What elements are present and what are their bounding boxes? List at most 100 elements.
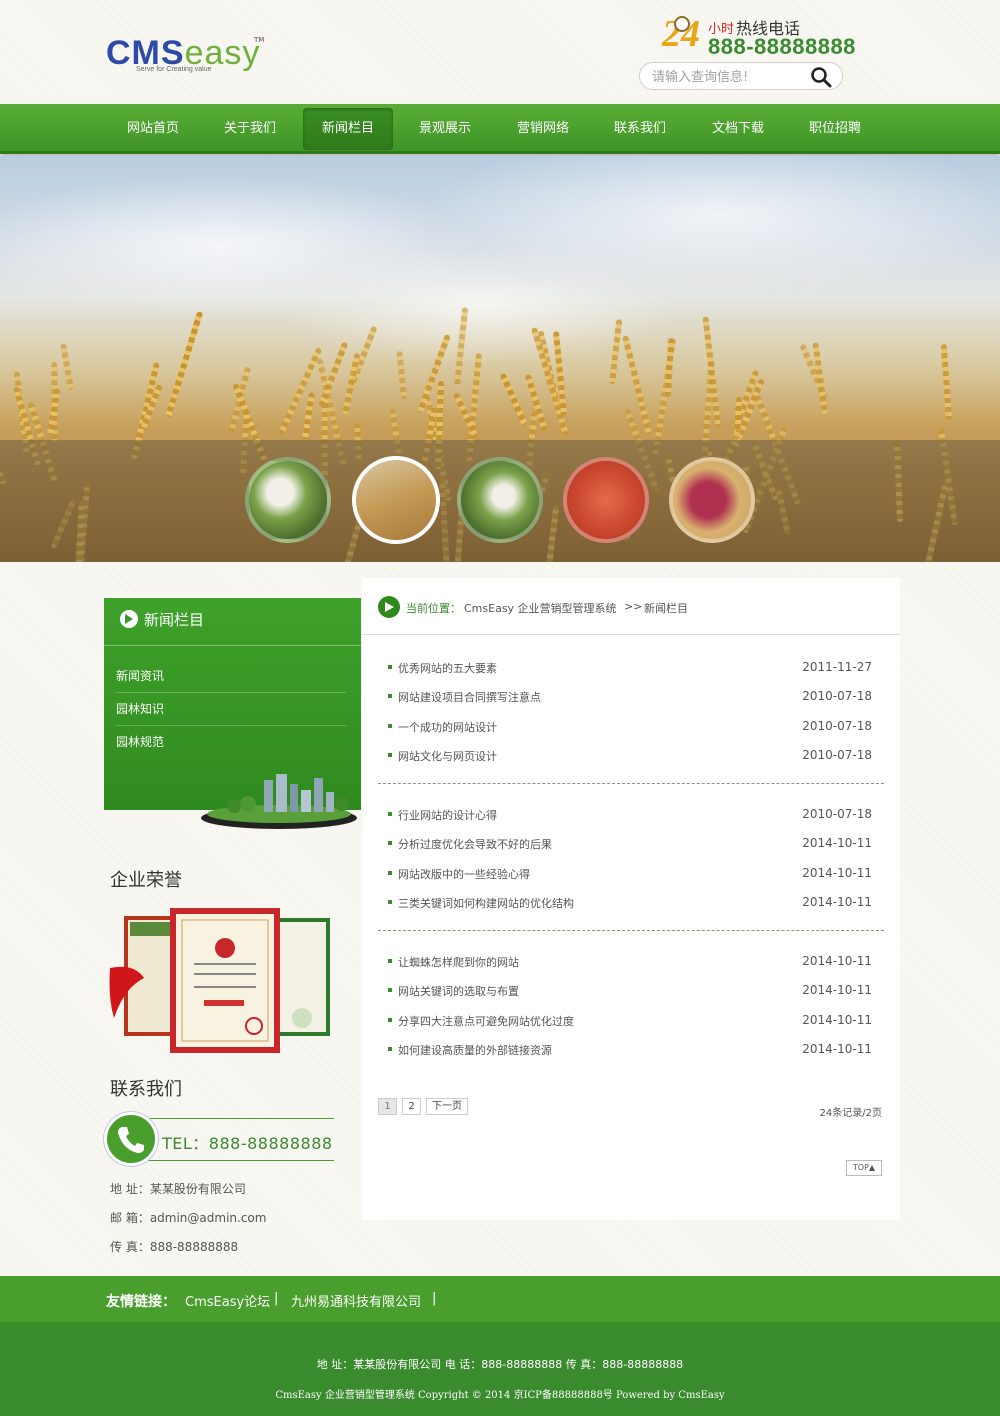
news-date: 2014-10-11 <box>802 1012 872 1027</box>
certificates-image <box>109 908 330 1053</box>
news-date: 2014-10-11 <box>802 1041 872 1056</box>
breadcrumb-home-link[interactable]: CmsEasy 企业营销型管理系统 <box>464 600 617 616</box>
banner-thumb-4[interactable] <box>563 457 649 543</box>
header: CMSeasy TM Serve for Creating value 24 小… <box>0 0 1000 104</box>
honor-title: 企业荣誉 <box>110 870 182 891</box>
nav-item-marketing[interactable]: 营销网络 <box>498 104 588 154</box>
news-date: 2014-10-11 <box>802 865 872 880</box>
nav-item-jobs[interactable]: 职位招聘 <box>790 104 880 154</box>
nav-item-about[interactable]: 关于我们 <box>205 104 295 154</box>
bullet-icon <box>388 752 392 757</box>
search-input[interactable] <box>652 67 802 87</box>
banner-thumb-strip <box>0 440 1000 562</box>
news-list-item[interactable]: 分享四大注意点可避免网站优化过度 2014-10-11 <box>386 1011 876 1031</box>
news-title[interactable]: 一个成功的网站设计 <box>398 719 497 735</box>
next-page-button[interactable]: 下一页 <box>426 1098 468 1115</box>
nav-item-landscape[interactable]: 景观展示 <box>400 104 490 154</box>
nav-item-downloads[interactable]: 文档下载 <box>693 104 783 154</box>
news-title[interactable]: 分享四大注意点可避免网站优化过度 <box>398 1013 574 1029</box>
arrow-right-icon <box>378 596 400 618</box>
bullet-icon <box>388 694 392 699</box>
news-title[interactable]: 优秀网站的五大要素 <box>398 660 497 676</box>
news-list-item[interactable]: 让蜘蛛怎样爬到你的网站 2014-10-11 <box>386 952 876 972</box>
friend-link-separator: | <box>274 1291 279 1306</box>
breadcrumb: 当前位置： CmsEasy 企业营销型管理系统 >> 新闻栏目 <box>362 578 900 635</box>
breadcrumb-current[interactable]: 新闻栏目 <box>644 600 688 616</box>
banner-thumb-2[interactable] <box>352 456 440 544</box>
friend-link-separator: | <box>432 1291 437 1306</box>
news-date: 2014-10-11 <box>802 954 872 968</box>
news-title[interactable]: 网站关键词的选取与布置 <box>398 983 519 999</box>
news-title[interactable]: 如何建设高质量的外部链接资源 <box>398 1042 552 1058</box>
logo[interactable]: CMSeasy TM Serve for Creating value <box>106 34 266 76</box>
side-menu: 新闻栏目 新闻资讯 园林知识 园林规范 <box>104 598 361 829</box>
nav-item-home[interactable]: 网站首页 <box>108 104 198 154</box>
nav-item-news[interactable]: 新闻栏目 <box>303 108 393 150</box>
bullet-icon <box>388 988 392 993</box>
banner-slider <box>0 156 1000 562</box>
side-item-news-info[interactable]: 新闻资讯 <box>116 660 346 693</box>
bullet-icon <box>388 1017 392 1022</box>
friend-link-cmseasy-forum[interactable]: CmsEasy论坛 <box>185 1291 270 1310</box>
news-list-item[interactable]: 网站关键词的选取与布置 2014-10-11 <box>386 981 876 1001</box>
wheat-stalk <box>50 361 58 442</box>
banner-sky <box>0 156 1000 376</box>
news-title[interactable]: 让蜘蛛怎样爬到你的网站 <box>398 954 519 970</box>
news-group-divider <box>378 783 884 784</box>
news-list-item[interactable]: 行业网站的设计心得 2010-07-18 <box>386 805 876 825</box>
nav-item-contact[interactable]: 联系我们 <box>595 104 685 154</box>
news-title[interactable]: 分析过度优化会导致不好的后果 <box>398 836 552 852</box>
bullet-icon <box>388 1046 392 1051</box>
bullet-icon <box>388 723 392 728</box>
news-title[interactable]: 网站文化与网页设计 <box>398 748 497 764</box>
breadcrumb-separator: >> <box>624 600 643 613</box>
banner-thumb-3[interactable] <box>457 457 543 543</box>
side-item-garden-knowledge[interactable]: 园林知识 <box>116 693 346 726</box>
wheat-stalk <box>499 372 529 427</box>
friend-links-label: 友情链接： <box>106 1294 176 1310</box>
contact-address: 地 址：某某股份有限公司 <box>110 1182 246 1196</box>
news-date: 2010-07-18 <box>802 718 872 733</box>
friend-link-jiuzhou[interactable]: 九州易通科技有限公司 <box>291 1291 421 1310</box>
news-title[interactable]: 网站建设项目合同撰写注意点 <box>398 689 541 705</box>
tel-line-top <box>144 1118 334 1119</box>
page-2-button[interactable]: 2 <box>402 1098 421 1115</box>
news-title[interactable]: 网站改版中的一些经验心得 <box>398 866 530 882</box>
search-icon[interactable] <box>810 66 832 88</box>
banner-thumb-1[interactable] <box>245 457 331 543</box>
news-list-item[interactable]: 优秀网站的五大要素 2011-11-27 <box>386 658 876 678</box>
bullet-icon <box>388 665 392 669</box>
news-list-item[interactable]: 网站建设项目合同撰写注意点 2010-07-18 <box>386 687 876 707</box>
bullet-icon <box>388 899 392 904</box>
news-list-item[interactable]: 如何建设高质量的外部链接资源 2014-10-11 <box>386 1040 876 1060</box>
banner-thumb-5[interactable] <box>669 457 755 543</box>
bullet-icon <box>388 870 392 875</box>
news-list-item[interactable]: 三类关键词如何构建网站的优化结构 2014-10-11 <box>386 893 876 913</box>
news-list-item[interactable]: 网站改版中的一些经验心得 2014-10-11 <box>386 864 876 884</box>
news-date: 2014-10-11 <box>802 983 872 998</box>
news-group-divider <box>378 930 884 931</box>
side-item-garden-standards[interactable]: 园林规范 <box>116 726 346 759</box>
news-list-item[interactable]: 网站文化与网页设计 2010-07-18 <box>386 746 876 766</box>
news-date: 2011-11-27 <box>802 660 872 674</box>
news-date: 2010-07-18 <box>802 747 872 762</box>
back-to-top-button[interactable]: TOP▲ <box>846 1160 882 1176</box>
page-1-button[interactable]: 1 <box>378 1098 397 1115</box>
news-list-item[interactable]: 分析过度优化会导致不好的后果 2014-10-11 <box>386 834 876 854</box>
news-date: 2014-10-11 <box>802 836 872 851</box>
bullet-icon <box>388 959 392 963</box>
bullet-icon <box>388 841 392 846</box>
side-menu-title: 新闻栏目 <box>144 611 205 629</box>
bullet-icon <box>388 812 392 816</box>
side-menu-header: 新闻栏目 <box>104 598 361 646</box>
news-title[interactable]: 三类关键词如何构建网站的优化结构 <box>398 895 574 911</box>
news-list-item[interactable]: 一个成功的网站设计 2010-07-18 <box>386 717 876 737</box>
hotline-phone: 888-88888888 <box>708 34 856 59</box>
tel-line-bottom <box>144 1160 334 1161</box>
contact-title: 联系我们 <box>110 1079 182 1100</box>
contact-tel-number: TEL：888-88888888 <box>162 1134 333 1153</box>
phone-icon <box>104 1112 158 1166</box>
arrow-right-icon <box>120 610 138 628</box>
clock-icon <box>674 16 690 32</box>
news-title[interactable]: 行业网站的设计心得 <box>398 807 497 823</box>
